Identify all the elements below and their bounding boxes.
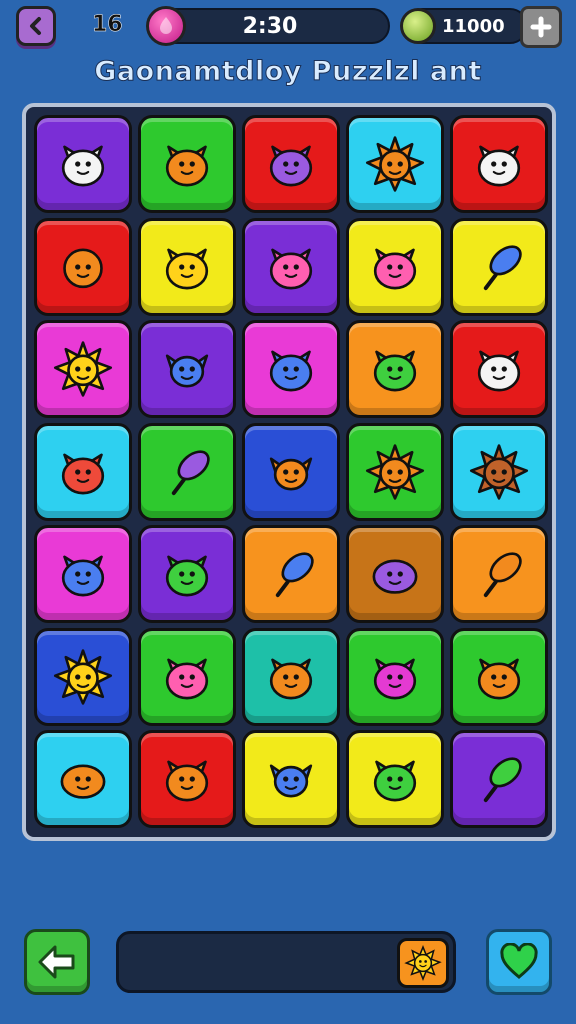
- tile-r4-c5[interactable]: [450, 422, 548, 521]
- tile-r4-c2[interactable]: [138, 422, 236, 521]
- coin-counter: 11000: [400, 8, 528, 44]
- tile-r4-c1[interactable]: [34, 422, 132, 521]
- tile-r5-c3[interactable]: [242, 525, 340, 623]
- plus-icon: [530, 16, 552, 38]
- yellow-sun-icon: [404, 944, 442, 982]
- white-robot-cat-icon: [477, 350, 521, 392]
- tile-r3-c5[interactable]: [450, 320, 548, 418]
- tile-r2-c5[interactable]: [450, 217, 548, 316]
- tile-r7-c2[interactable]: [138, 730, 236, 828]
- orange-cat-icon: [165, 145, 209, 187]
- tile-r7-c4[interactable]: [346, 730, 444, 828]
- pink-cat-icon: [269, 248, 313, 289]
- tile-grid: [34, 115, 548, 828]
- orange-bird-icon: [269, 456, 313, 490]
- orange-sun-icon: [365, 136, 425, 192]
- tile-r2-c2[interactable]: [138, 217, 236, 316]
- tile-r5-c5[interactable]: [450, 525, 548, 623]
- yellow-cat-icon: [165, 248, 209, 289]
- orange-leaf-icon: [483, 552, 522, 598]
- tile-r5-c4[interactable]: [346, 525, 444, 623]
- tile-r7-c1[interactable]: [34, 730, 132, 828]
- chevron-left-icon: [30, 17, 41, 35]
- tile-r1-c1[interactable]: [34, 115, 132, 213]
- tile-r3-c2[interactable]: [138, 320, 236, 418]
- tile-r6-c3[interactable]: [242, 627, 340, 726]
- brown-sun-bear-icon: [469, 443, 529, 500]
- white-robot-cat-icon: [477, 145, 521, 187]
- tile-r2-c3[interactable]: [242, 217, 340, 316]
- green-leaf-monster-icon: [373, 350, 417, 392]
- blue-bear-icon: [269, 350, 313, 392]
- tile-r4-c4[interactable]: [346, 422, 444, 521]
- orange-shell-icon: [60, 764, 106, 799]
- campfire-icon: [63, 248, 103, 288]
- yellow-sun-icon: [53, 341, 113, 397]
- orange-sun-cat-icon: [365, 443, 425, 500]
- add-coins-button[interactable]: [520, 6, 562, 48]
- red-cat-icon: [61, 453, 105, 494]
- tile-r6-c4[interactable]: [346, 627, 444, 726]
- back-button[interactable]: [16, 6, 56, 46]
- game-title: Gaonamtdloy Puzzlzl ant: [94, 56, 482, 88]
- bottom-bar: [0, 925, 576, 1005]
- orange-bear-icon: [165, 760, 209, 802]
- tile-r7-c3[interactable]: [242, 730, 340, 828]
- blue-leaf-icon: [275, 552, 314, 598]
- tile-r2-c4[interactable]: [346, 217, 444, 316]
- pink-bear-icon: [165, 658, 209, 699]
- tile-r1-c3[interactable]: [242, 115, 340, 213]
- favorite-button[interactable]: [486, 929, 552, 995]
- tile-tray: [116, 931, 456, 993]
- purple-popsicle-icon: [171, 449, 210, 495]
- back-arrow-icon: [38, 945, 75, 979]
- tile-r5-c2[interactable]: [138, 525, 236, 623]
- white-cat-icon: [61, 145, 105, 187]
- tile-r5-c1[interactable]: [34, 525, 132, 623]
- green-frog-icon: [373, 760, 417, 802]
- coin-icon: [400, 8, 436, 44]
- tile-r3-c4[interactable]: [346, 320, 444, 418]
- coin-amount: 11000: [442, 16, 505, 37]
- tile-r6-c2[interactable]: [138, 627, 236, 726]
- top-bar: 16 2:30 11000: [0, 0, 576, 56]
- tile-r6-c1[interactable]: [34, 627, 132, 726]
- orange-bear-icon: [269, 658, 313, 699]
- pink-cat-icon: [373, 248, 417, 289]
- blue-fish-icon: [269, 764, 313, 798]
- undo-button[interactable]: [24, 929, 90, 995]
- tray-tile[interactable]: [397, 938, 449, 988]
- tile-r1-c5[interactable]: [450, 115, 548, 213]
- blue-cat-icon: [61, 555, 105, 597]
- timer-display: 2:30: [146, 6, 390, 46]
- level-number: 16: [92, 12, 123, 38]
- green-heart-icon: [500, 943, 538, 979]
- blue-bird-icon: [165, 354, 209, 388]
- yellow-sun-icon: [53, 648, 113, 705]
- green-lollipop-icon: [483, 757, 522, 803]
- tile-r4-c3[interactable]: [242, 422, 340, 521]
- magenta-cat-icon: [373, 658, 417, 699]
- tile-r1-c2[interactable]: [138, 115, 236, 213]
- game-board: [22, 103, 556, 841]
- tile-r6-c5[interactable]: [450, 627, 548, 726]
- tile-r1-c4[interactable]: [346, 115, 444, 213]
- tile-r2-c1[interactable]: [34, 217, 132, 316]
- tile-r7-c5[interactable]: [450, 730, 548, 828]
- tile-r3-c1[interactable]: [34, 320, 132, 418]
- purple-spiky-monster-icon: [269, 145, 313, 187]
- purple-blob-icon: [372, 559, 418, 594]
- tile-r3-c3[interactable]: [242, 320, 340, 418]
- blue-cone-icon: [483, 244, 522, 290]
- green-cat-icon: [165, 555, 209, 597]
- orange-bear-icon: [477, 658, 521, 699]
- timer-text: 2:30: [242, 14, 298, 39]
